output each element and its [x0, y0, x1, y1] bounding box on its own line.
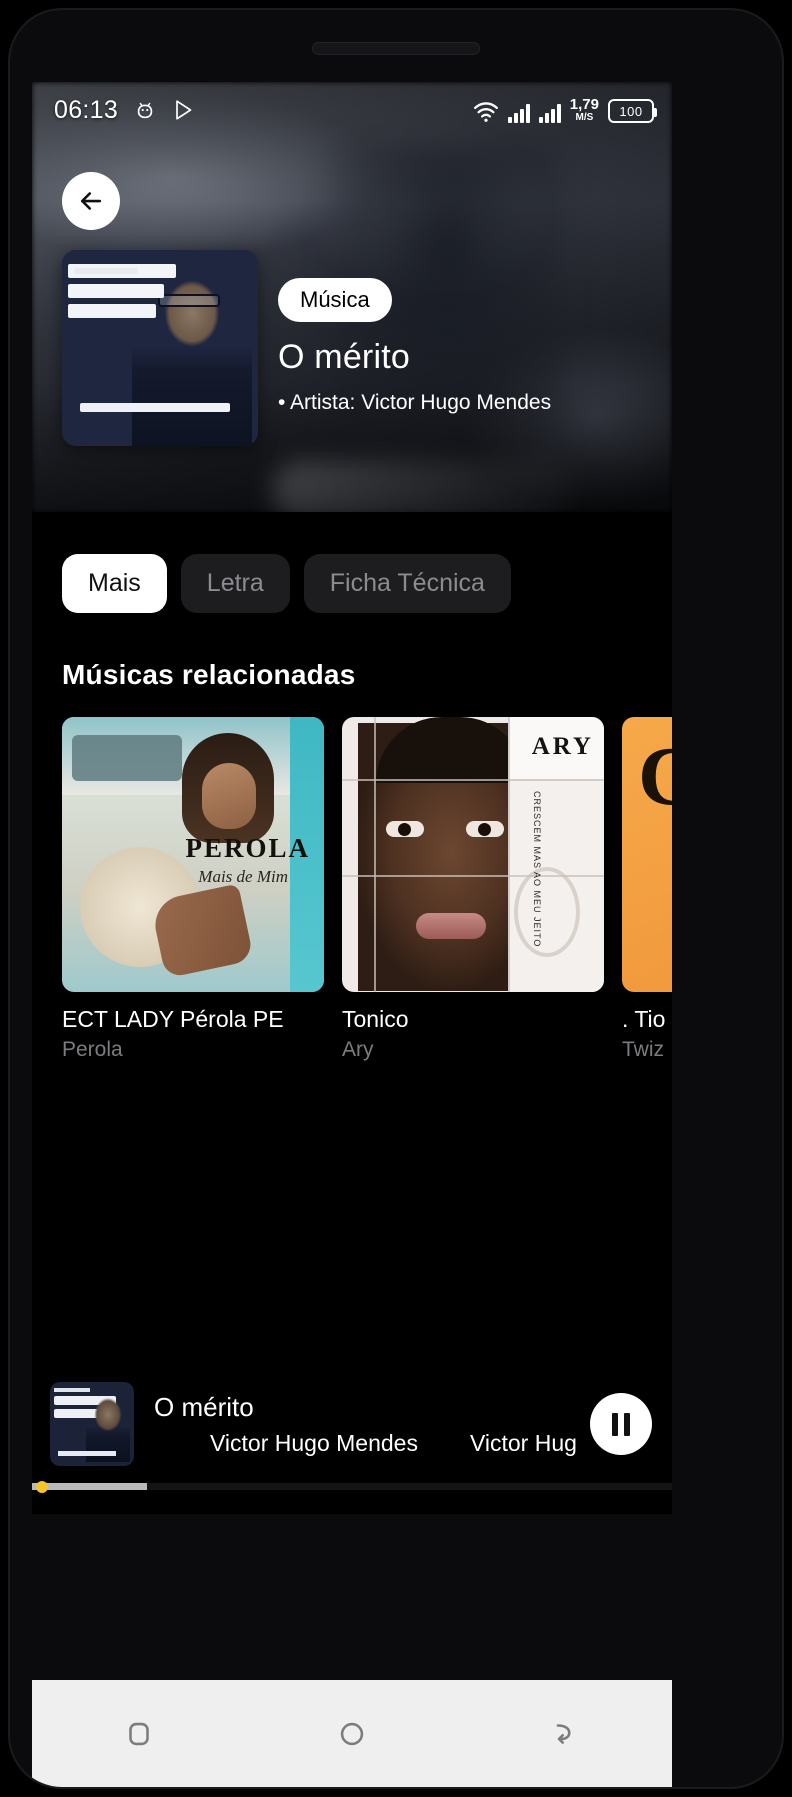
player-art-stripe — [58, 1451, 116, 1456]
album-art-large[interactable] — [62, 250, 258, 446]
player-text-block: O mérito Victor Hugo Mendes Victor Hug — [134, 1392, 576, 1457]
back-arrow-icon — [556, 1723, 571, 1744]
tab-letra[interactable]: Letra — [180, 554, 290, 613]
network-speed-indicator: 1,79 M/S — [570, 97, 599, 123]
card-art-subtitle: CRESCEM MAS AO MEU JEITO — [532, 791, 542, 948]
album-art-line — [68, 304, 156, 318]
hero-metadata: Música O mérito • Artista: Victor Hugo M… — [278, 250, 551, 415]
playback-progress-fill — [32, 1483, 148, 1490]
network-speed-unit: M/S — [575, 112, 594, 123]
player-album-art[interactable] — [50, 1382, 134, 1466]
card-art-brand: ARY — [531, 733, 594, 760]
mini-player-bar[interactable]: O mérito Victor Hugo Mendes Victor Hug — [32, 1372, 672, 1476]
earpiece-speaker — [312, 42, 480, 55]
album-art-line — [68, 284, 164, 298]
phone-frame: Música O mérito • Artista: Victor Hugo M… — [8, 8, 784, 1789]
status-clock: 06:13 — [54, 95, 119, 124]
player-artist-text: Victor Hugo Mendes — [210, 1429, 418, 1456]
status-bar: 06:13 1,79 M/S 100 — [32, 82, 672, 138]
pause-icon-bar — [624, 1412, 630, 1436]
related-song-card[interactable]: PEROLA Mais de Mim ECT LADY Pérola PE Pe… — [62, 717, 324, 1062]
card-art-subtitle: Mais de Mim — [198, 867, 288, 886]
hero-content-row: Música O mérito • Artista: Victor Hugo M… — [62, 250, 642, 446]
back-nav-button[interactable] — [525, 1699, 605, 1769]
arrow-left-icon — [80, 192, 102, 210]
card-title: . Tio — [622, 1006, 666, 1032]
album-art-stripe — [80, 403, 230, 412]
phone-screen: Música O mérito • Artista: Victor Hugo M… — [32, 82, 672, 1514]
card-art-brand: C — [638, 735, 672, 819]
card-subtitle: Ary — [342, 1038, 374, 1061]
pause-icon-bar — [612, 1412, 618, 1436]
wifi-icon — [473, 101, 499, 123]
signal-bars-icon — [538, 103, 561, 123]
recents-square-icon — [128, 1722, 149, 1745]
page-title: O mérito — [278, 338, 410, 376]
tab-bar: Mais Letra Ficha Técnica — [32, 512, 672, 613]
card-art-brand: PEROLA — [185, 833, 310, 863]
card-title: ECT LADY Pérola PE — [62, 1006, 284, 1032]
album-art-kicker — [74, 268, 138, 274]
player-track-title: O mérito — [154, 1391, 254, 1422]
battery-icon: 100 — [608, 99, 657, 123]
play-store-icon — [172, 98, 196, 122]
home-circle-icon — [340, 1722, 364, 1745]
tab-ficha-tecnica[interactable]: Ficha Técnica — [303, 554, 511, 613]
signal-bars-icon — [507, 103, 530, 123]
card-album-art[interactable]: ARY CRESCEM MAS AO MEU JEITO — [342, 717, 604, 992]
hero-banner: Música O mérito • Artista: Victor Hugo M… — [32, 82, 672, 512]
home-button[interactable] — [312, 1699, 392, 1769]
card-title: Tonico — [342, 1006, 409, 1032]
status-bar-left: 06:13 — [54, 96, 196, 125]
album-art-text-block — [68, 264, 188, 324]
related-song-card[interactable]: ARY CRESCEM MAS AO MEU JEITO Tonico Ary — [342, 717, 604, 1062]
related-songs-carousel[interactable]: PEROLA Mais de Mim ECT LADY Pérola PE Pe… — [32, 691, 672, 1062]
content-type-badge: Música — [278, 278, 392, 322]
card-art-shape — [202, 763, 256, 829]
player-artist-text-repeat: Victor Hug — [469, 1429, 576, 1456]
card-subtitle: Perola — [62, 1038, 123, 1061]
battery-level-text: 100 — [619, 103, 643, 119]
android-navigation-bar — [32, 1680, 672, 1787]
network-speed-value: 1,79 — [569, 96, 599, 113]
section-heading: Músicas relacionadas — [62, 659, 356, 690]
playback-progress-bar[interactable] — [32, 1481, 672, 1493]
tab-mais[interactable]: Mais — [62, 554, 167, 613]
android-robot-icon — [134, 99, 156, 121]
player-art-kicker — [54, 1388, 90, 1392]
player-artist-marquee: Victor Hugo Mendes Victor Hug — [154, 1430, 576, 1457]
artist-line: • Artista: Victor Hugo Mendes — [278, 391, 552, 414]
related-song-card[interactable]: C . Tio Twiz — [622, 717, 672, 1062]
playback-progress-knob[interactable] — [36, 1481, 48, 1493]
recents-button[interactable] — [99, 1699, 179, 1769]
back-button[interactable] — [62, 172, 120, 230]
card-album-art[interactable]: C — [622, 717, 672, 992]
card-album-art[interactable]: PEROLA Mais de Mim — [62, 717, 324, 992]
card-subtitle: Twiz — [622, 1038, 664, 1061]
pause-button[interactable] — [590, 1393, 652, 1455]
status-bar-right: 1,79 M/S 100 — [473, 97, 657, 123]
content-area: Mais Letra Ficha Técnica Músicas relacio… — [32, 512, 672, 1514]
card-art-shape — [72, 735, 182, 781]
